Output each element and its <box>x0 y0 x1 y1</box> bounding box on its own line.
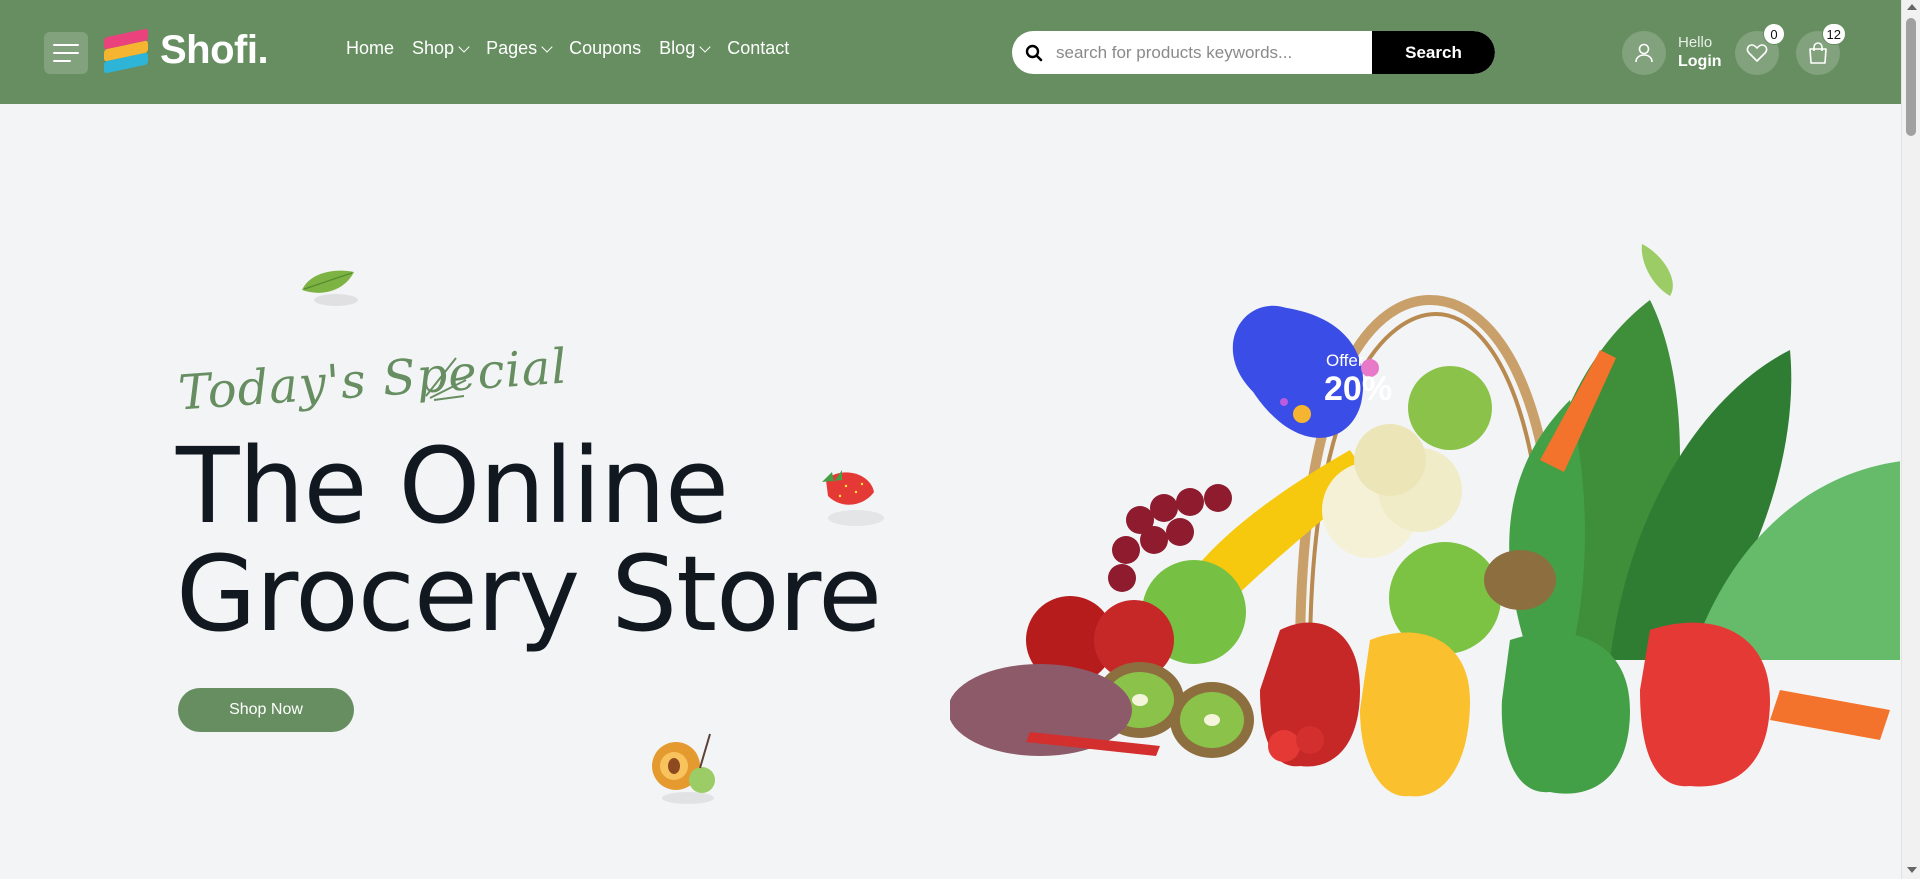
nav-label: Blog <box>659 38 696 58</box>
account-text: Hello Login <box>1678 34 1722 71</box>
leaf-icon <box>302 270 358 306</box>
nav-shop[interactable]: Shop <box>412 38 470 59</box>
hamburger-menu-button[interactable] <box>44 32 88 74</box>
nav-label: Pages <box>486 38 538 58</box>
decorative-strokes-icon <box>425 357 467 401</box>
search-button[interactable]: Search <box>1372 31 1495 74</box>
strawberry-icon <box>822 470 884 526</box>
hero-title-line: The Online <box>176 425 729 547</box>
scroll-thumb[interactable] <box>1906 18 1916 136</box>
chevron-down-icon <box>541 40 553 53</box>
nav-label: Shop <box>412 38 455 58</box>
nav-pages[interactable]: Pages <box>486 38 553 59</box>
chevron-down-icon <box>458 40 470 53</box>
wishlist-button[interactable]: 0 <box>1735 23 1785 75</box>
shop-now-button[interactable]: Shop Now <box>178 688 354 732</box>
menu-line <box>53 60 71 62</box>
hero-title-line: Grocery Store <box>176 533 882 655</box>
search-input[interactable] <box>1056 31 1372 74</box>
scroll-up-arrow-icon[interactable] <box>1907 4 1917 10</box>
nav-coupons[interactable]: Coupons <box>569 38 641 59</box>
nav-contact[interactable]: Contact <box>727 38 789 59</box>
vegetables-basket-image: Offer 20% <box>950 244 1900 797</box>
nav-label: Home <box>346 38 395 58</box>
account-login-label: Login <box>1678 53 1722 71</box>
shopping-bag-icon: 12 <box>1796 23 1846 75</box>
site-header: Shofi. Home Shop Pages Coupons Blog Cont… <box>0 0 1901 104</box>
cart-count-badge: 12 <box>1821 23 1846 45</box>
offer-label: Offer <box>1326 351 1364 370</box>
nav-label: Coupons <box>569 38 642 58</box>
nav-blog[interactable]: Blog <box>659 38 711 59</box>
chevron-down-icon <box>699 40 711 53</box>
hero-title: The Online Grocery Store <box>176 432 882 648</box>
wishlist-count-badge: 0 <box>1763 23 1785 45</box>
user-icon <box>1622 31 1666 75</box>
offer-value: 20% <box>1324 370 1392 408</box>
account-greeting: Hello <box>1678 34 1713 52</box>
menu-line <box>53 44 79 46</box>
nav-label: Contact <box>727 38 790 58</box>
logo-mark-icon <box>104 27 150 74</box>
hero-script-text: Today's Special <box>176 338 570 422</box>
apricot-icon <box>652 733 715 804</box>
account-login[interactable]: Hello Login <box>1622 31 1722 75</box>
nav-home[interactable]: Home <box>346 38 394 59</box>
page-scrollbar[interactable] <box>1901 0 1920 879</box>
site-logo[interactable]: Shofi. <box>104 27 269 74</box>
heart-icon: 0 <box>1735 23 1785 75</box>
search-bar: Search <box>1012 31 1495 74</box>
cart-button[interactable]: 12 <box>1796 23 1846 75</box>
offer-badge: Offer 20% <box>1232 305 1392 438</box>
search-icon <box>1012 31 1056 74</box>
logo-text: Shofi. <box>160 28 269 72</box>
menu-line <box>53 52 79 54</box>
main-nav: Home Shop Pages Coupons Blog Contact <box>346 38 807 59</box>
scroll-down-arrow-icon[interactable] <box>1907 867 1917 873</box>
